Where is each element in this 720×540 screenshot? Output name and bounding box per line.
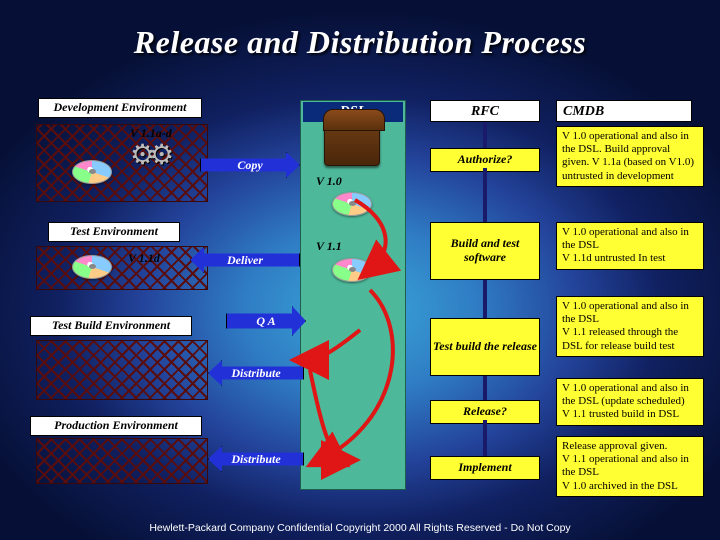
cmdb-row-2: V 1.0 operational and also in the DSL V … [556, 222, 704, 270]
dev-backdrop [36, 124, 208, 202]
treasure-chest-icon [324, 122, 380, 166]
disc-icon [72, 255, 112, 279]
rfc-connector [483, 168, 487, 222]
qa-arrow-label: Q A [256, 315, 275, 327]
dsl-version-1-1: V 1.1 [316, 239, 342, 254]
disc-icon [72, 160, 112, 184]
cmdb-header: CMDB [556, 100, 692, 122]
disc-icon [332, 192, 372, 216]
disc-icon [332, 258, 372, 282]
dsl-version-1-0: V 1.0 [316, 174, 342, 189]
test-build-environment-label: Test Build Environment [30, 316, 192, 336]
cmdb-row-3: V 1.0 operational and also in the DSL V … [556, 296, 704, 357]
rfc-testbuild-label: Test build the release [433, 340, 537, 354]
test-environment-label: Test Environment [48, 222, 180, 242]
rfc-connector [483, 122, 487, 148]
gears-icon: ⚙⚙ [130, 138, 168, 172]
test-version-label: V 1.1d [128, 251, 160, 266]
production-environment-label: Production Environment [30, 416, 202, 436]
copy-arrow: Copy [200, 152, 300, 178]
distribute-arrow-2: Distribute [208, 446, 304, 472]
rfc-header: RFC [430, 100, 540, 122]
rfc-connector [483, 420, 487, 456]
cmdb-row-4: V 1.0 operational and also in the DSL (u… [556, 378, 704, 426]
rfc-connector [483, 280, 487, 318]
test-backdrop [36, 246, 208, 290]
page-title: Release and Distribution Process [0, 24, 720, 61]
rfc-build-label: Build and test software [433, 237, 537, 265]
copy-arrow-label: Copy [237, 158, 262, 173]
test-build-backdrop [36, 340, 208, 400]
distribute-arrow-1: Distribute [208, 360, 304, 386]
distribute-arrow-1-label: Distribute [231, 366, 280, 381]
deliver-arrow-label: Deliver [227, 253, 263, 268]
rfc-implement: Implement [430, 456, 540, 480]
dev-environment-label: Development Environment [38, 98, 202, 118]
prod-backdrop [36, 438, 208, 484]
confidential-footer: Hewlett-Packard Company Confidential Cop… [0, 522, 720, 534]
rfc-build-test: Build and test software [430, 222, 540, 280]
rfc-connector [483, 376, 487, 400]
cmdb-row-1: V 1.0 operational and also in the DSL. B… [556, 126, 704, 187]
qa-arrow: Q A [226, 306, 306, 336]
distribute-arrow-2-label: Distribute [231, 452, 280, 467]
deliver-arrow: Deliver [190, 247, 300, 273]
cmdb-row-5: Release approval given. V 1.1 operationa… [556, 436, 704, 497]
rfc-test-build: Test build the release [430, 318, 540, 376]
